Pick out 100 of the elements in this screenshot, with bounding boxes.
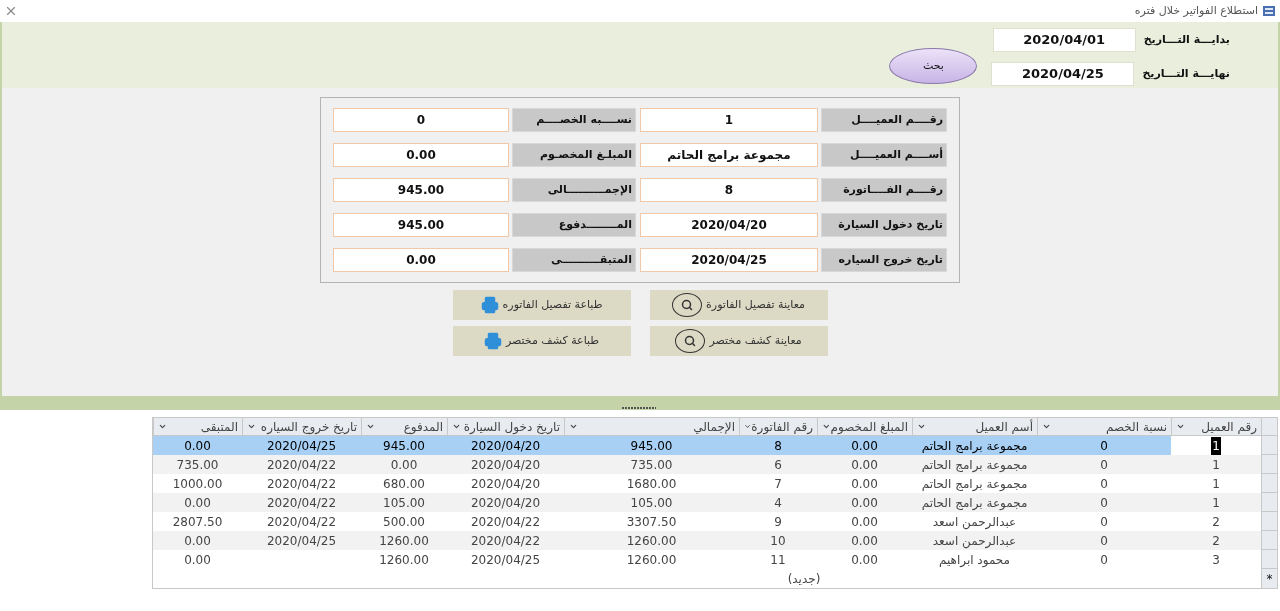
table-cell-text: 1: [1212, 494, 1220, 512]
table-cell-text: 0.00: [390, 456, 418, 474]
table-cell-text: 0: [1100, 494, 1108, 512]
field-label: تاريخ خروج السياره: [821, 248, 947, 272]
column-header[interactable]: تاريخ دخول السيارة: [447, 418, 564, 435]
field-label: المــــــــدفوع: [512, 213, 636, 237]
date-label: بدايـــة التـــاريخ: [1143, 32, 1230, 48]
table-cell-text: 0.00: [184, 437, 211, 455]
column-header[interactable]: رقم الفاتورة: [739, 418, 817, 435]
table-cell-text: 2020/04/22: [470, 532, 541, 550]
value-field[interactable]: 2020/04/25: [640, 248, 818, 272]
value-field[interactable]: 945.00: [333, 213, 509, 237]
table-cell-text: 0.00: [184, 494, 211, 512]
table-cell-text: 11: [770, 551, 786, 569]
table-cell-text: 0: [1100, 437, 1108, 455]
table-cell-text: 2020/04/25: [470, 551, 541, 569]
table-cell-text: 2020/04/20: [470, 437, 541, 455]
value-field[interactable]: 945.00: [333, 178, 509, 202]
table-cell-text: 105.00: [383, 494, 425, 512]
dropdown-icon[interactable]: [917, 422, 926, 431]
dropdown-icon[interactable]: [744, 422, 752, 431]
column-header[interactable]: أسم العميل: [912, 418, 1037, 435]
column-header[interactable]: الإجمالي: [564, 418, 739, 435]
value-field[interactable]: 8: [640, 178, 818, 202]
field-label: أســــم العميــــل: [821, 143, 947, 167]
table-cell-text: 4: [774, 494, 782, 512]
table-cell-text: 1: [1212, 456, 1220, 474]
table-cell-text: 2020/04/20: [470, 456, 541, 474]
new-row-label: (جديد): [787, 570, 821, 588]
window-title: استطلاع الفواتير خلال فتره: [1134, 2, 1258, 19]
table-cell-text: 2807.50: [172, 513, 223, 531]
preview-button[interactable]: معاينة كشف مختصر: [649, 326, 828, 356]
table-cell-text: مجموعة برامج الحاتم: [921, 494, 1028, 512]
search-button[interactable]: بحث: [889, 48, 978, 84]
column-header[interactable]: تاريخ خروج السياره: [242, 418, 361, 435]
field-label: الإجمــــــــــالى: [512, 178, 636, 202]
value-field[interactable]: مجموعة برامج الحاتم: [640, 143, 818, 167]
dropdown-icon[interactable]: [366, 422, 375, 431]
date-field[interactable]: 2020/04/01: [992, 28, 1136, 52]
table-cell-text: 2020/04/22: [266, 513, 337, 531]
table-cell-text: 1260.00: [626, 551, 677, 569]
table-cell-text: 0.00: [851, 551, 878, 569]
field-label: رقــــم الفــــاتورة: [821, 178, 947, 202]
column-header[interactable]: المتبقى: [153, 418, 242, 435]
table-cell-text: 0.00: [851, 513, 878, 531]
table-cell-text: 2020/04/22: [266, 494, 337, 512]
table-cell-text: مجموعة برامج الحاتم: [921, 437, 1028, 455]
column-header[interactable]: رقم العميل: [1171, 418, 1261, 435]
print-button[interactable]: طباعة تفصيل الفاتوره: [452, 290, 631, 320]
value-field[interactable]: 0: [333, 108, 509, 132]
window-icon: [1262, 5, 1276, 17]
table-cell-text: 945.00: [383, 437, 425, 455]
table-cell-text: 0: [1100, 551, 1108, 569]
table-cell-text: 0.00: [184, 551, 211, 569]
dropdown-icon[interactable]: [1176, 422, 1185, 431]
dropdown-icon[interactable]: [452, 422, 461, 431]
value-field[interactable]: 2020/04/20: [640, 213, 818, 237]
dropdown-icon[interactable]: [158, 422, 167, 431]
table-cell-text: 945.00: [630, 437, 673, 455]
table-cell: 1: [1211, 436, 1221, 455]
table-cell-text: 2020/04/22: [470, 513, 541, 531]
dropdown-icon[interactable]: [1042, 422, 1051, 431]
close-icon[interactable]: [4, 4, 18, 18]
table-cell-text: مجموعة برامج الحاتم: [921, 475, 1028, 493]
table-cell-text: 500.00: [383, 513, 425, 531]
splitter-grip-icon: [622, 407, 656, 410]
table-cell-text: 1680.00: [626, 475, 677, 493]
value-field[interactable]: 0.00: [333, 248, 509, 272]
table-cell-text: 0: [1100, 532, 1108, 550]
table-cell-text: عبدالرحمن اسعد: [932, 532, 1017, 550]
field-label: رقــــم العميــــل: [821, 108, 947, 132]
table-cell-text: 0.00: [851, 437, 878, 455]
table-cell-text: 1000.00: [172, 475, 223, 493]
date-field[interactable]: 2020/04/25: [991, 62, 1135, 86]
row-selector[interactable]: *: [1261, 569, 1277, 588]
dropdown-icon[interactable]: [569, 422, 578, 431]
table-cell-text: 1: [1212, 475, 1220, 493]
dropdown-icon[interactable]: [247, 422, 256, 431]
date-label: نهايـــة التـــاريخ: [1142, 66, 1230, 82]
table-cell-text: 0.00: [184, 532, 211, 550]
preview-button[interactable]: معاينة تفصيل الفاتورة: [649, 290, 828, 320]
value-field[interactable]: 0.00: [333, 143, 509, 167]
table-cell-text: 680.00: [383, 475, 425, 493]
field-label: المتبقــــــــــى: [512, 248, 636, 272]
column-header[interactable]: نسبة الخصم: [1037, 418, 1171, 435]
value-field[interactable]: 1: [640, 108, 818, 132]
column-header[interactable]: المبلغ المخصوم: [817, 418, 912, 435]
table-cell-text: 2020/04/25: [266, 437, 337, 455]
table-cell-text: 2020/04/20: [470, 494, 541, 512]
table-cell-text: 3: [1212, 551, 1220, 569]
table-cell-text: 105.00: [630, 494, 673, 512]
dropdown-icon[interactable]: [822, 422, 831, 431]
field-label: تاريخ دخول السيارة: [821, 213, 947, 237]
table-cell-text: 3307.50: [626, 513, 677, 531]
column-header[interactable]: المدفوع: [361, 418, 447, 435]
printer-icon: [480, 296, 499, 314]
field-label: المبلـغ المخصـوم: [512, 143, 636, 167]
print-button[interactable]: طباعة كشف مختصر: [452, 326, 631, 356]
table-cell-text: 2020/04/20: [470, 475, 541, 493]
printer-icon: [483, 332, 502, 350]
